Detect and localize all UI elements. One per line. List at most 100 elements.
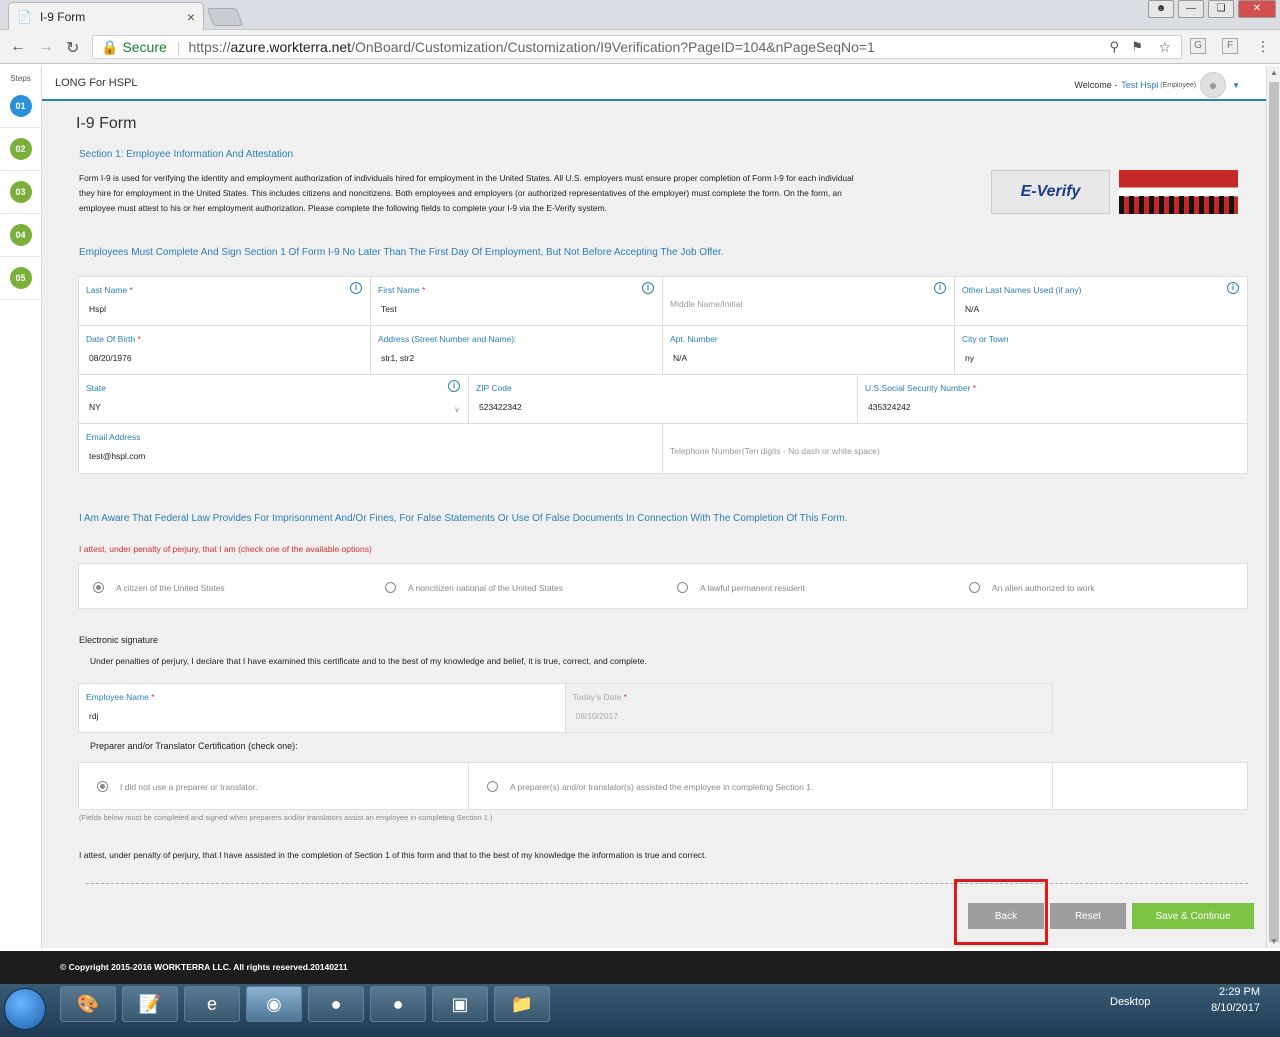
explorer-icon[interactable]: 📁 <box>494 986 550 1022</box>
info-icon[interactable]: i <box>642 282 654 294</box>
reset-button[interactable]: Reset <box>1050 903 1126 929</box>
preparer-note: (Fields below must be completed and sign… <box>79 813 493 822</box>
chevron-down-icon[interactable]: ▼ <box>1232 81 1240 90</box>
avatar-icon[interactable]: ● <box>1200 72 1227 98</box>
firefox-icon[interactable]: ● <box>308 986 364 1022</box>
address-field[interactable]: Address (Street Number and Name): str1, … <box>371 326 663 374</box>
chrome-icon[interactable]: ◉ <box>246 986 302 1022</box>
radio-citizen[interactable]: A citizen of the United States <box>93 582 225 593</box>
step-number: 02 <box>9 138 32 160</box>
browser-tab[interactable]: 📄 I-9 Form × <box>8 2 204 30</box>
field-label: Date Of Birth * <box>86 334 363 344</box>
ssn-field[interactable]: U.S.Social Security Number * 435324242 <box>858 375 1247 423</box>
section-title: Section 1: Employee Information And Atte… <box>79 149 294 160</box>
radio-label: A citizen of the United States <box>116 582 225 593</box>
ie-icon[interactable]: e <box>184 986 240 1022</box>
radio-noncitizen-national[interactable]: A noncitizen national of the United Stat… <box>385 582 563 593</box>
chevron-down-icon[interactable]: ∨ <box>454 405 460 414</box>
first-name-field[interactable]: First Name * Test i <box>371 277 663 325</box>
step-03[interactable]: 03 <box>0 171 41 214</box>
field-label: Other Last Names Used (if any) <box>962 285 1082 295</box>
radio-preparer-assisted[interactable]: A preparer(s) and/or translator(s) assis… <box>487 781 813 792</box>
close-window-icon[interactable]: ✕ <box>1238 0 1276 18</box>
system-clock[interactable]: 2:29 PM 8/10/2017 <box>1211 986 1260 1014</box>
browser-menu-icon[interactable]: ⋮ <box>1256 38 1270 55</box>
preparer-radio-group: I did not use a preparer or translator. … <box>78 762 1248 810</box>
scroll-down-icon[interactable]: ▼ <box>1270 937 1278 946</box>
notepad-icon[interactable]: 📝 <box>122 986 178 1022</box>
radio-circle[interactable] <box>969 582 980 593</box>
field-placeholder: Telephone Number(Ten digits - No dash or… <box>670 446 880 456</box>
paint-icon[interactable]: 🎨 <box>60 986 116 1022</box>
scroll-up-icon[interactable]: ▲ <box>1270 68 1278 77</box>
radio-circle[interactable] <box>487 781 498 792</box>
zoom-icon[interactable]: ⚲ <box>1109 39 1119 55</box>
back-arrow-icon[interactable]: ← <box>10 38 26 56</box>
apt-field[interactable]: Apt. Number N/A <box>663 326 955 374</box>
bookmark-star-icon[interactable]: ☆ <box>1158 39 1171 56</box>
radio-circle[interactable] <box>97 781 108 792</box>
radio-label: An alien authorized to work <box>992 582 1095 593</box>
email-field[interactable]: Email Address test@hspl.com <box>79 424 663 473</box>
restore-icon[interactable]: ❏ <box>1208 0 1234 18</box>
field-value: Test <box>381 304 397 314</box>
new-tab-button[interactable] <box>206 8 244 26</box>
minimize-icon[interactable]: — <box>1178 0 1204 18</box>
extension-g-icon[interactable]: G <box>1190 38 1206 54</box>
city-field[interactable]: City or Town ny <box>955 326 1247 374</box>
desktop-label[interactable]: Desktop <box>1110 996 1150 1008</box>
scroll-thumb[interactable] <box>1269 82 1279 942</box>
user-menu[interactable]: Welcome - Test Hspl (Employee) ● ▼ <box>1074 72 1240 98</box>
url-field[interactable]: 🔒 Secure | https://azure.workterra.net/O… <box>92 35 1182 59</box>
radio-circle[interactable] <box>677 582 688 593</box>
step-02[interactable]: 02 <box>0 128 41 171</box>
radio-permanent-resident[interactable]: A lawful permanent resident <box>677 582 805 593</box>
radio-no-preparer[interactable]: I did not use a preparer or translator. <box>97 781 258 792</box>
label-text: First Name <box>378 285 420 295</box>
divider <box>86 883 1248 884</box>
field-label: Email Address <box>86 432 141 442</box>
everify-logo: E-Verify <box>991 170 1110 214</box>
crowd-silhouettes <box>1119 196 1238 214</box>
tab-title: I-9 Form <box>39 9 86 24</box>
info-icon[interactable]: i <box>1227 282 1239 294</box>
state-select[interactable]: State NY i ∨ <box>79 375 469 423</box>
dob-field[interactable]: Date Of Birth * 08/20/1976 <box>79 326 371 374</box>
radio-circle[interactable] <box>93 582 104 593</box>
save-continue-button[interactable]: Save & Continue <box>1132 903 1254 929</box>
reload-icon[interactable]: ↻ <box>66 38 79 58</box>
step-01[interactable]: 01 <box>0 85 41 128</box>
step-05[interactable]: 05 <box>0 257 41 300</box>
field-label: U.S.Social Security Number * <box>865 383 1240 393</box>
employee-name-field[interactable]: Employee Name * rdj <box>79 684 566 732</box>
field-value: 435324242 <box>868 402 911 412</box>
extension-pin-icon[interactable]: ⚑ <box>1131 39 1143 55</box>
radio-alien-authorized[interactable]: An alien authorized to work <box>969 582 1095 593</box>
middle-name-field[interactable]: Middle Name/Initial i <box>663 277 955 325</box>
zip-field[interactable]: ZIP Code 523422342 <box>469 375 858 423</box>
step-04[interactable]: 04 <box>0 214 41 257</box>
company-name: LONG For HSPL <box>55 76 138 89</box>
user-icon[interactable]: ☻ <box>1148 0 1174 18</box>
windows-taskbar: 🎨 📝 e ◉ ● ● ▣ 📁 Desktop 2:29 PM 8/10/201… <box>0 984 1280 1037</box>
page-scrollbar[interactable]: ▲ ▼ <box>1266 66 1280 948</box>
forward-arrow-icon[interactable]: → <box>38 38 54 56</box>
phone-field[interactable]: Telephone Number(Ten digits - No dash or… <box>663 424 1247 473</box>
other-last-names-field[interactable]: Other Last Names Used (if any) N/A i <box>955 277 1247 325</box>
extension-f-icon[interactable]: F <box>1222 38 1238 54</box>
step-number: 04 <box>9 224 32 246</box>
info-icon[interactable]: i <box>448 380 460 392</box>
last-name-field[interactable]: Last Name * Hspl i <box>79 277 371 325</box>
field-label: Today's Date * <box>573 692 1046 702</box>
radio-circle[interactable] <box>385 582 396 593</box>
required-marker: * <box>972 383 977 393</box>
label-text: Last Name <box>86 285 128 295</box>
start-button[interactable] <box>4 988 46 1030</box>
info-icon[interactable]: i <box>350 282 362 294</box>
label-text: Date Of Birth <box>86 334 136 344</box>
tab-close-icon[interactable]: × <box>187 9 195 25</box>
label-text: Today's Date <box>572 692 622 702</box>
info-icon[interactable]: i <box>934 282 946 294</box>
sticky-notes-icon[interactable]: ▣ <box>432 986 488 1022</box>
firefox-icon[interactable]: ● <box>370 986 426 1022</box>
